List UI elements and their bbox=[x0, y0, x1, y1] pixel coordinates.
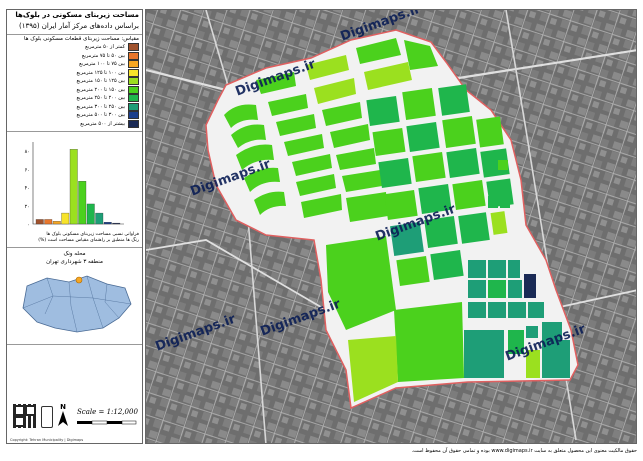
legend-swatch bbox=[128, 119, 139, 128]
legend-label: بین ۱۲۵ تا ۱۵۰ مترمربع bbox=[76, 78, 125, 85]
histogram-tick-label: ۶۰ bbox=[25, 167, 30, 173]
legend-heading: مقیاس: مساحت زیربنای قطعات مسکونی بلوک ه… bbox=[7, 34, 142, 43]
copyright-footer: حقوق مالکیت معنوی این محصول متعلق به سای… bbox=[411, 448, 637, 454]
map-canvas bbox=[146, 10, 636, 443]
scale-label: Scale = 1:12,000 bbox=[77, 408, 138, 416]
legend-item: بین ۱۲۵ تا ۱۵۰ مترمربع bbox=[7, 77, 142, 86]
histogram-tick-label: ۲۰ bbox=[25, 204, 30, 210]
legend-swatch bbox=[128, 68, 139, 77]
histogram-bar bbox=[103, 222, 112, 225]
legend-label: بین ۲۰۰ تا ۲۵۰ مترمربع bbox=[76, 95, 125, 102]
legend-item: بین ۱۵۰ تا ۲۰۰ مترمربع bbox=[7, 85, 142, 95]
legend-label: بین ۲۵۰ تا ۳۰۰ مترمربع bbox=[76, 103, 125, 110]
neighborhood-label: محله ونک bbox=[63, 251, 86, 257]
scale-bar bbox=[77, 420, 137, 425]
legend-swatch bbox=[128, 85, 139, 94]
histogram-bar bbox=[61, 212, 70, 225]
qr-code bbox=[13, 404, 37, 428]
legend-label: بین ۷۵ تا ۱۰۰ مترمربع bbox=[79, 61, 125, 68]
legend-item: بین ۲۵۰ تا ۳۰۰ مترمربع bbox=[7, 102, 142, 112]
logo-icon bbox=[41, 406, 53, 428]
histogram-tick-label: ۰ bbox=[27, 222, 30, 228]
histogram-bar bbox=[35, 219, 44, 225]
histogram-bar bbox=[69, 149, 78, 225]
histogram-tick-label: ۴۰ bbox=[25, 186, 30, 192]
legend-swatch bbox=[128, 43, 139, 52]
legend-item: بین ۵۰ تا ۷۵ مترمربع bbox=[7, 51, 142, 61]
legend-label: کمتر از ۵۰ مترمربع bbox=[85, 44, 125, 51]
histogram-bar bbox=[52, 221, 61, 225]
credit-line: Copyright: Tehran Municipality | Digimap… bbox=[10, 438, 84, 442]
location-marker bbox=[75, 276, 83, 284]
legend-swatch bbox=[128, 111, 139, 120]
legend-label: بیشتر از ۵۰۰ مترمربع bbox=[80, 120, 125, 127]
legend-label: بین ۱۰۰ تا ۱۲۵ مترمربع bbox=[76, 69, 125, 76]
legend-list: کمتر از ۵۰ مترمربع بین ۵۰ تا ۷۵ مترمربع بی… bbox=[7, 43, 142, 128]
histogram-tick-label: ۸۰ bbox=[25, 149, 30, 155]
legend-item: بین ۳۰۰ تا ۵۰۰ مترمربع bbox=[7, 111, 142, 120]
histogram-bar bbox=[86, 203, 95, 225]
histogram-bar bbox=[112, 222, 121, 225]
histogram-chart: ۰ ۲۰ ۴۰ ۶۰ ۸۰ bbox=[25, 142, 124, 228]
histogram-bar bbox=[44, 219, 53, 225]
locator-map bbox=[7, 266, 142, 344]
legend-label: بین ۵۰ تا ۷۵ مترمربع bbox=[81, 52, 125, 59]
legend-swatch bbox=[128, 51, 139, 60]
legend-item: بین ۲۰۰ تا ۲۵۰ مترمربع bbox=[7, 94, 142, 103]
legend-item: کمتر از ۵۰ مترمربع bbox=[7, 43, 142, 52]
map-subtitle: براساس داده‌های مرکز آمار ایران (۱۳۹۵) bbox=[19, 22, 139, 30]
legend-item: بیشتر از ۵۰۰ مترمربع bbox=[7, 119, 142, 129]
legend-swatch bbox=[128, 60, 139, 69]
histogram-bar bbox=[95, 212, 104, 225]
legend-panel: مساحت زیربنای مسکونی در بلوک‌ها براساس د… bbox=[6, 9, 143, 444]
histogram-caption-2: رنگ ها منطبق بر راهنمای مقیاس مساحت است … bbox=[38, 238, 139, 243]
map-view[interactable]: Digimaps.ir Digimaps.ir Digimaps.ir Digi… bbox=[145, 9, 637, 444]
map-title: مساحت زیربنای مسکونی در بلوک‌ها bbox=[15, 11, 139, 19]
legend-swatch bbox=[128, 102, 139, 111]
district-label: منطقه ۳ شهرداری تهران bbox=[46, 259, 103, 265]
legend-label: بین ۳۰۰ تا ۵۰۰ مترمربع bbox=[76, 112, 125, 119]
legend-swatch bbox=[128, 94, 139, 103]
legend-item: بین ۷۵ تا ۱۰۰ مترمربع bbox=[7, 60, 142, 69]
histogram-bar bbox=[78, 181, 87, 225]
legend-label: بین ۱۵۰ تا ۲۰۰ مترمربع bbox=[76, 86, 125, 93]
legend-item: بین ۱۰۰ تا ۱۲۵ مترمربع bbox=[7, 68, 142, 78]
legend-swatch bbox=[128, 77, 139, 86]
north-arrow-icon: N bbox=[56, 403, 70, 427]
